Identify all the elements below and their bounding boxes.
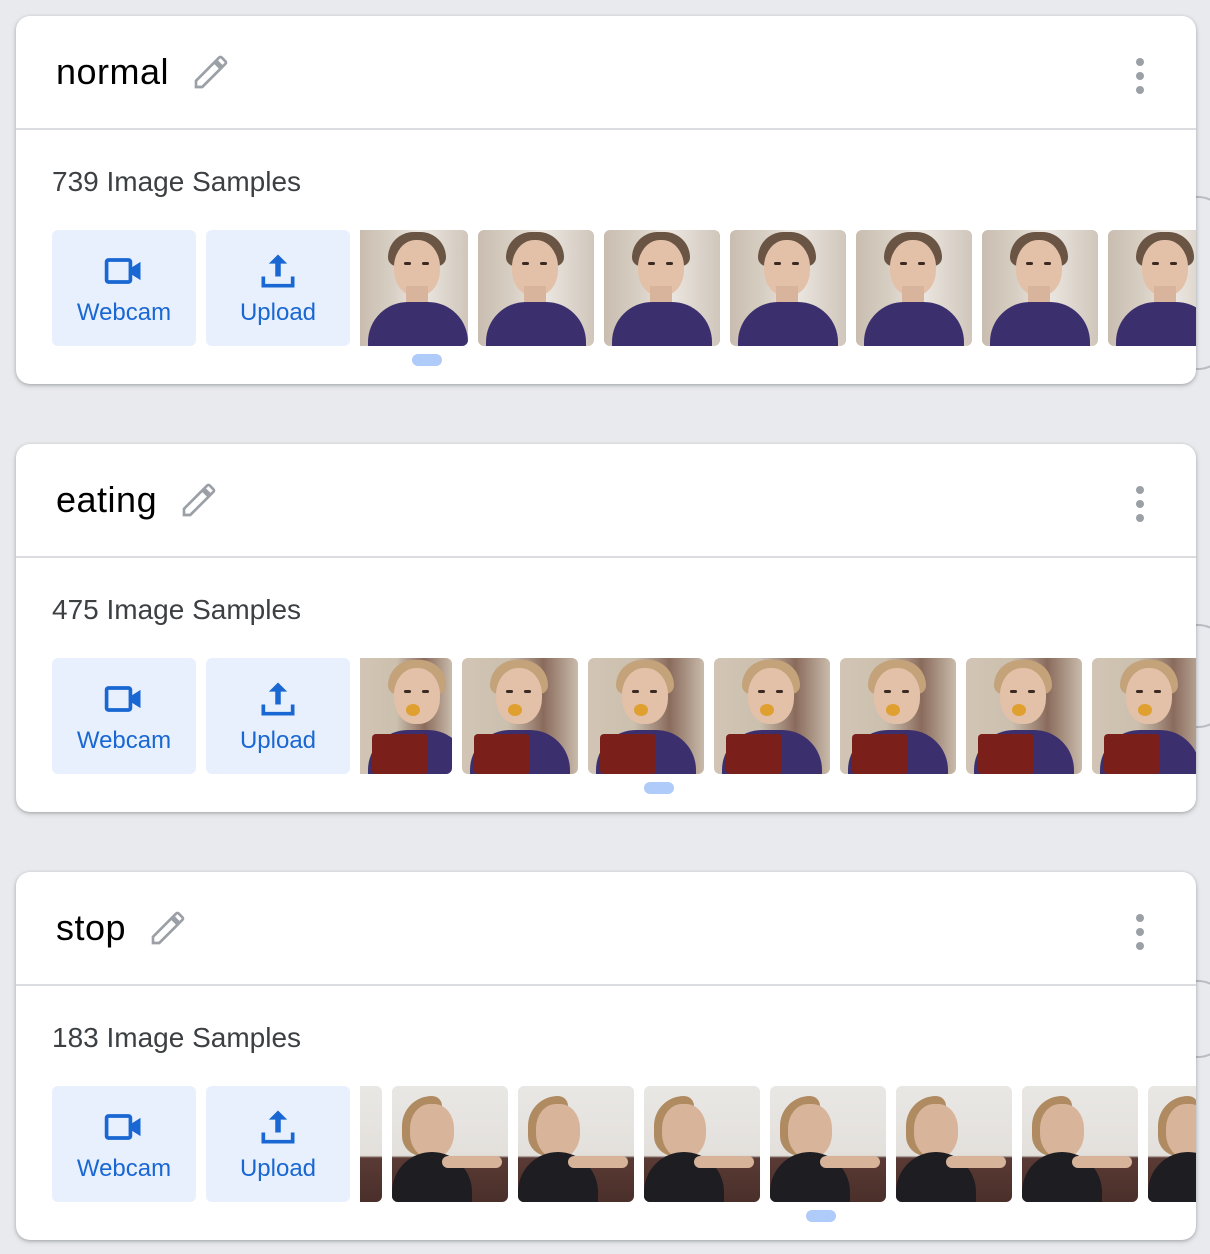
sample-count: 183 Image Samples — [52, 1022, 302, 1053]
sample-thumbnail[interactable] — [360, 230, 468, 346]
more-vert-icon[interactable] — [1134, 58, 1146, 94]
sample-thumbnail[interactable] — [770, 1086, 886, 1202]
sample-thumbnail[interactable] — [1108, 230, 1196, 346]
connector-line — [1196, 196, 1210, 370]
sample-count: 739 Image Samples — [52, 166, 302, 197]
sample-thumbnail[interactable] — [714, 658, 830, 774]
sample-thumbnail[interactable] — [1092, 658, 1196, 774]
sample-thumbnail[interactable] — [856, 230, 972, 346]
videocam-icon — [104, 686, 141, 712]
pencil-icon[interactable] — [148, 908, 188, 948]
scroll-indicator[interactable] — [806, 1210, 836, 1222]
upload-button[interactable]: Upload — [206, 1086, 350, 1202]
upload-icon — [261, 1110, 295, 1144]
connector-line — [1196, 624, 1210, 728]
sample-thumbnail[interactable] — [360, 1086, 382, 1202]
sample-thumbnail[interactable] — [896, 1086, 1012, 1202]
webcam-button[interactable]: Webcam — [52, 658, 196, 774]
upload-label: Upload — [239, 299, 317, 326]
sample-thumbnail[interactable] — [1148, 1086, 1196, 1202]
upload-icon — [261, 682, 295, 716]
class-name[interactable]: eating — [56, 479, 157, 521]
more-vert-icon[interactable] — [1134, 486, 1146, 522]
videocam-icon — [104, 1114, 141, 1140]
sample-thumbnail[interactable] — [360, 658, 452, 774]
sample-thumbnail[interactable] — [392, 1086, 508, 1202]
sample-row: Webcam Upload — [52, 658, 1196, 774]
upload-label: Upload — [239, 727, 317, 754]
sample-thumbnail[interactable] — [644, 1086, 760, 1202]
sample-row: Webcam Upload — [52, 230, 1196, 346]
sample-thumbnails — [360, 1086, 1196, 1202]
upload-icon — [261, 254, 295, 288]
connector-line — [1196, 980, 1210, 1058]
sample-thumbnails — [360, 230, 1196, 346]
upload-button[interactable]: Upload — [206, 658, 350, 774]
upload-button[interactable]: Upload — [206, 230, 350, 346]
sample-thumbnail[interactable] — [840, 658, 956, 774]
pencil-icon[interactable] — [179, 480, 219, 520]
sample-thumbnail[interactable] — [588, 658, 704, 774]
upload-label: Upload — [239, 1155, 317, 1182]
class-card-normal: normal 739 Image Samples Webcam Upload — [16, 16, 1196, 384]
class-name[interactable]: stop — [56, 907, 126, 949]
class-card-header: eating — [16, 444, 1196, 558]
sample-thumbnail[interactable] — [982, 230, 1098, 346]
sample-thumbnails — [360, 658, 1196, 774]
webcam-label: Webcam — [76, 727, 172, 754]
scroll-indicator[interactable] — [644, 782, 674, 794]
sample-row: Webcam Upload — [52, 1086, 1196, 1202]
sample-thumbnail[interactable] — [478, 230, 594, 346]
class-card-stop: stop 183 Image Samples Webcam Upload — [16, 872, 1196, 1240]
scroll-indicator[interactable] — [412, 354, 442, 366]
webcam-button[interactable]: Webcam — [52, 1086, 196, 1202]
sample-thumbnail[interactable] — [462, 658, 578, 774]
sample-count: 475 Image Samples — [52, 594, 302, 625]
webcam-button[interactable]: Webcam — [52, 230, 196, 346]
sample-thumbnail[interactable] — [730, 230, 846, 346]
more-vert-icon[interactable] — [1134, 914, 1146, 950]
sample-thumbnail[interactable] — [1022, 1086, 1138, 1202]
webcam-label: Webcam — [76, 1155, 172, 1182]
pencil-icon[interactable] — [191, 52, 231, 92]
sample-thumbnail[interactable] — [966, 658, 1082, 774]
class-card-header: normal — [16, 16, 1196, 130]
webcam-label: Webcam — [76, 299, 172, 326]
videocam-icon — [104, 258, 141, 284]
class-card-header: stop — [16, 872, 1196, 986]
class-name[interactable]: normal — [56, 51, 169, 93]
class-card-eating: eating 475 Image Samples Webcam Upload — [16, 444, 1196, 812]
sample-thumbnail[interactable] — [518, 1086, 634, 1202]
sample-thumbnail[interactable] — [604, 230, 720, 346]
